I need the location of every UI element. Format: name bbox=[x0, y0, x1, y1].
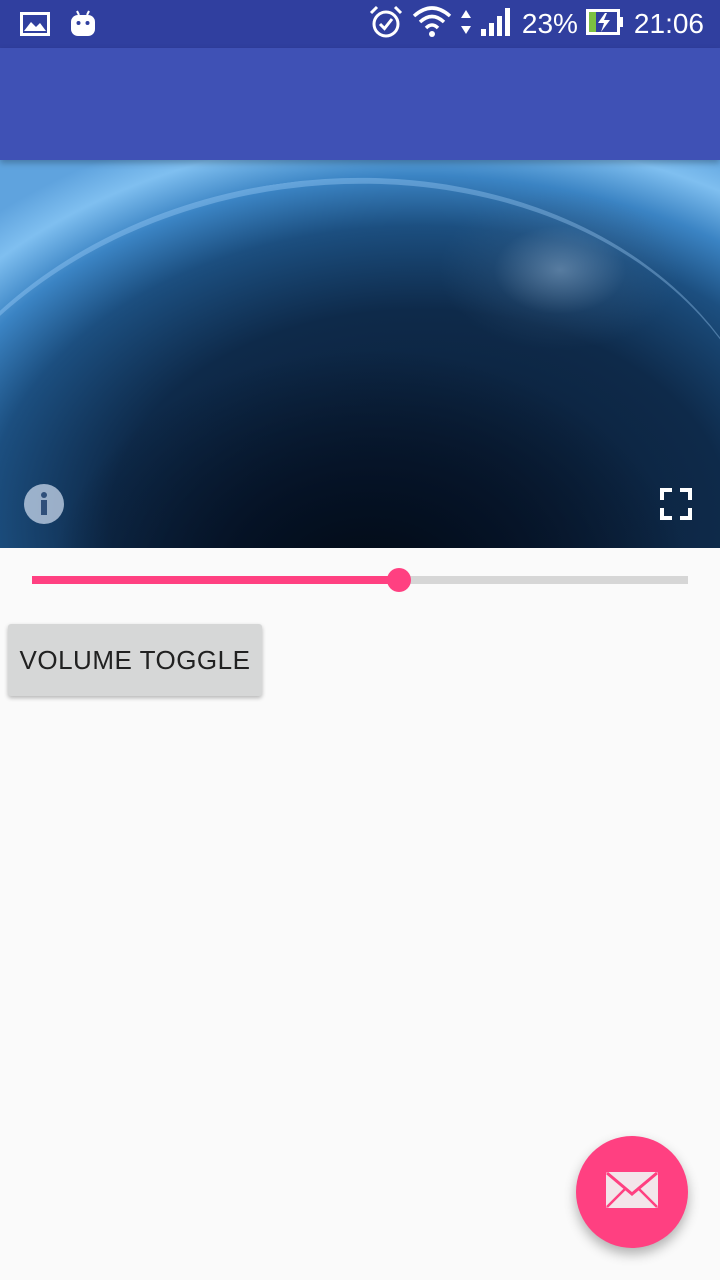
wifi-icon bbox=[412, 5, 452, 43]
clock: 21:06 bbox=[633, 8, 704, 39]
gallery-icon bbox=[20, 12, 50, 41]
battery-percent: 23% bbox=[521, 8, 578, 39]
video-frame-highlight bbox=[0, 160, 720, 548]
app-bar bbox=[0, 48, 720, 160]
seekbar-thumb[interactable] bbox=[387, 568, 412, 592]
fullscreen-button[interactable] bbox=[656, 484, 696, 524]
status-bar: 23% 21:06 bbox=[0, 0, 720, 48]
info-button[interactable] bbox=[24, 484, 64, 524]
info-icon bbox=[34, 491, 54, 517]
seekbar[interactable] bbox=[20, 560, 700, 600]
video-player[interactable] bbox=[0, 160, 720, 548]
status-icons: 23% 21:06 bbox=[368, 0, 704, 48]
android-icon bbox=[70, 10, 96, 43]
email-icon bbox=[606, 1171, 658, 1213]
seekbar-progress bbox=[32, 576, 400, 584]
notification-icons bbox=[20, 10, 96, 43]
alarm-icon bbox=[368, 4, 404, 45]
signal-icon bbox=[480, 7, 514, 42]
email-fab[interactable] bbox=[576, 1136, 688, 1248]
volume-toggle-button[interactable]: VOLUME TOGGLE bbox=[8, 624, 262, 696]
battery-charging-icon bbox=[585, 7, 626, 42]
fullscreen-icon bbox=[656, 488, 696, 528]
data-arrows-icon bbox=[460, 8, 472, 41]
